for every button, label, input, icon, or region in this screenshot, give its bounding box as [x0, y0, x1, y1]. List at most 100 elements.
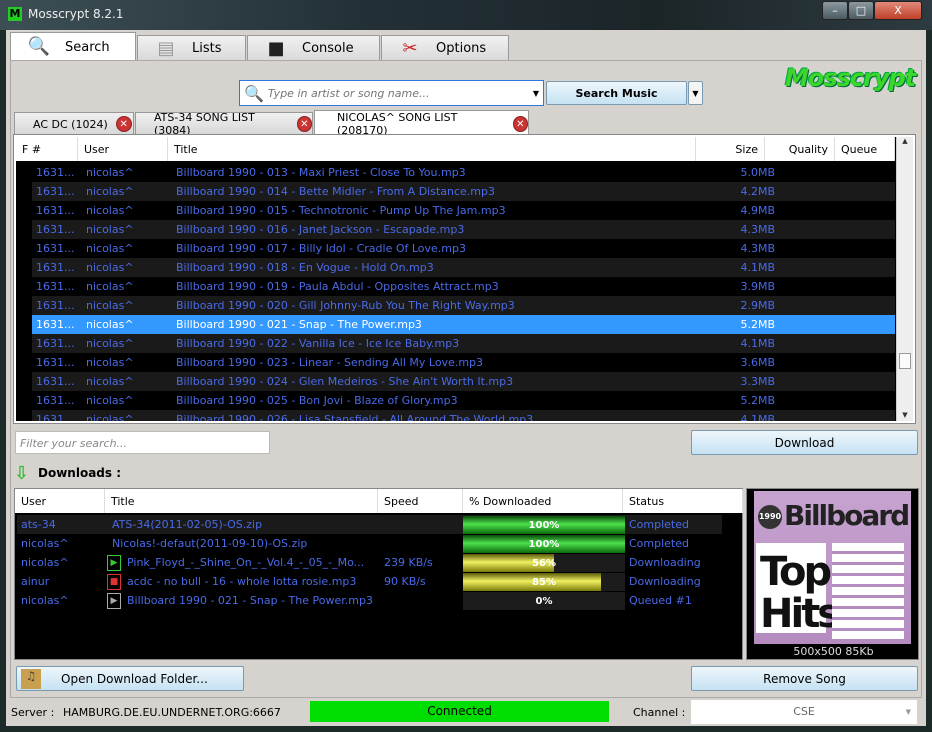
cell-user: nicolas^	[86, 356, 134, 369]
close-button[interactable]: X	[874, 1, 922, 20]
download-rows: ats-34 ATS-34(2011-02-05)-OS.zip 100% Compl…	[15, 513, 743, 653]
column-header-speed[interactable]: Speed	[378, 489, 463, 513]
open-download-folder-button[interactable]: ♫ Open Download Folder...	[16, 666, 244, 691]
image-info: 500x500 85Kb	[793, 645, 874, 658]
cell-title: Billboard 1990 - 016 - Janet Jackson - E…	[176, 223, 465, 236]
connection-status: Connected	[310, 701, 609, 722]
cell-title: Billboard 1990 - 021 - Snap - The Power.…	[127, 594, 373, 607]
cell-status: Completed	[629, 537, 689, 550]
search-music-button[interactable]: Search Music	[546, 81, 687, 105]
table-row[interactable]: 1631... nicolas^ Billboard 1990 - 023 - Li…	[32, 353, 895, 372]
cell-title: Billboard 1990 - 021 - Snap - The Power.…	[176, 318, 422, 331]
tab-search[interactable]: 🔍 Search	[10, 32, 136, 61]
cell-size: 4.1MB	[740, 337, 775, 350]
cell-title: ATS-34(2011-02-05)-OS.zip	[112, 518, 263, 531]
title-bar: M Mosscrypt 8.2.1 – □ X	[0, 0, 932, 30]
cell-size: 5.2MB	[740, 394, 775, 407]
table-row[interactable]: 1631... nicolas^ Billboard 1990 - 014 - Be…	[32, 182, 895, 201]
column-header-user[interactable]: User	[15, 489, 105, 513]
table-row[interactable]: 1631... nicolas^ Billboard 1990 - 015 - Te…	[32, 201, 895, 220]
search-field[interactable]	[267, 86, 518, 100]
queued-icon: ▶	[107, 593, 121, 609]
progress-label: 100%	[528, 539, 560, 550]
downloads-table: User Title Speed % Downloaded Status ats…	[14, 488, 743, 660]
download-row[interactable]: ats-34 ATS-34(2011-02-05)-OS.zip 100% Compl…	[17, 515, 722, 534]
table-row[interactable]: 1631... nicolas^ Billboard 1990 - 013 - Ma…	[32, 163, 895, 182]
close-icon[interactable]: ✕	[115, 116, 132, 132]
filter-input[interactable]: Filter your search...	[15, 431, 270, 454]
cell-user: nicolas^	[86, 337, 134, 350]
maximize-button[interactable]: □	[848, 1, 874, 20]
table-row[interactable]: 1631... nicolas^ Billboard 1990 - 017 - Bi…	[32, 239, 895, 258]
column-header-status[interactable]: Status	[623, 489, 743, 513]
column-header-user[interactable]: User	[78, 137, 168, 161]
cell-title: Billboard 1990 - 025 - Bon Jovi - Blaze …	[176, 394, 458, 407]
table-row[interactable]: 1631... nicolas^ Billboard 1990 - 018 - En…	[32, 258, 895, 277]
cell-size: 2.9MB	[740, 299, 775, 312]
column-header-size[interactable]: Size	[696, 137, 765, 161]
remove-song-button[interactable]: Remove Song	[691, 666, 918, 691]
table-row[interactable]: 1631... nicolas^ Billboard 1990 - 021 - Sn…	[32, 315, 895, 334]
minimize-button[interactable]: –	[822, 1, 848, 20]
subtab-label: NICOLAS^ SONG LIST (208170)	[337, 110, 458, 137]
window-title: Mosscrypt 8.2.1	[28, 7, 124, 21]
table-row[interactable]: 1631... nicolas^ Billboard 1990 - 022 - Va…	[32, 334, 895, 353]
cell-user: nicolas^	[86, 394, 134, 407]
server-label: Server :	[11, 706, 55, 719]
cell-user: nicolas^	[21, 556, 69, 569]
subtab-label: ATS-34 SONG LIST (3084)	[154, 111, 255, 137]
magnifier-icon: 🔍	[244, 83, 264, 103]
tab-lists[interactable]: ▤ Lists	[137, 35, 246, 61]
cell-speed: 239 KB/s	[384, 556, 433, 569]
cell-size: 3.6MB	[740, 356, 775, 369]
download-arrow-icon: ⇩	[14, 463, 30, 484]
cell-user: nicolas^	[86, 242, 134, 255]
magnifier-icon: 🔍	[27, 36, 51, 57]
cell-user: nicolas^	[86, 261, 134, 274]
search-options-dropdown[interactable]: ▼	[688, 81, 703, 105]
button-label: Open Download Folder...	[61, 671, 208, 686]
cell-file-number: 1631...	[36, 356, 75, 369]
search-input[interactable]: 🔍 ▼	[239, 80, 544, 106]
table-row[interactable]: 1631... nicolas^ Billboard 1990 - 016 - Ja…	[32, 220, 895, 239]
cell-title: Billboard 1990 - 018 - En Vogue - Hold O…	[176, 261, 434, 274]
scrollbar[interactable]: ▲ ▼	[896, 137, 913, 421]
column-header-fnum[interactable]: F #	[16, 137, 78, 161]
column-header-downloaded[interactable]: % Downloaded	[463, 489, 623, 513]
table-row[interactable]: 1631... nicolas^ Billboard 1990 - 025 - Bo…	[32, 391, 895, 410]
table-row[interactable]: 1631... nicolas^ Billboard 1990 - 024 - Gl…	[32, 372, 895, 391]
close-icon[interactable]: ✕	[296, 116, 312, 132]
tab-console[interactable]: ■ Console	[247, 35, 380, 61]
table-row[interactable]: 1631... nicolas^ Billboard 1990 - 020 - Gi…	[32, 296, 895, 315]
download-button[interactable]: Download	[691, 430, 918, 455]
app-icon: M	[8, 7, 22, 21]
download-row[interactable]: ainur ■ acdc - no bull - 16 - whole lotta …	[17, 572, 722, 591]
progress-bar: 56%	[463, 554, 625, 572]
column-header-queue[interactable]: Queue	[835, 137, 895, 161]
download-row[interactable]: nicolas^ ▶ Pink_Floyd_-_Shine_On_-_Vol.4_-…	[17, 553, 722, 572]
cell-title: Billboard 1990 - 014 - Bette Midler - Fr…	[176, 185, 495, 198]
song-list-table: F # User Title Size Quality Queue 1631..…	[13, 134, 916, 424]
cell-user: nicolas^	[86, 318, 134, 331]
close-icon[interactable]: ✕	[512, 115, 528, 132]
column-header-title[interactable]: Title	[168, 137, 696, 161]
dropdown-arrow-icon[interactable]: ▼	[533, 89, 539, 98]
cell-title: acdc - no bull - 16 - whole lotta rosie.…	[127, 575, 357, 588]
subtab-ats34[interactable]: ATS-34 SONG LIST (3084) ✕	[135, 111, 313, 137]
channel-select[interactable]: CSE ▼	[691, 700, 917, 724]
cell-user: nicolas^	[86, 223, 134, 236]
cell-user: nicolas^	[86, 280, 134, 293]
subtab-nicolas[interactable]: NICOLAS^ SONG LIST (208170) ✕	[314, 110, 529, 137]
cell-user: nicolas^	[86, 166, 134, 179]
download-row[interactable]: nicolas^ Nicolas!-defaut(2011-09-10)-OS.z…	[17, 534, 722, 553]
cell-user: nicolas^	[86, 413, 134, 421]
column-header-quality[interactable]: Quality	[765, 137, 835, 161]
download-row[interactable]: nicolas^ ▶ Billboard 1990 - 021 - Snap - T…	[17, 591, 722, 610]
subtab-acdc[interactable]: AC DC (1024) ✕	[14, 112, 134, 135]
channel-value: CSE	[793, 705, 815, 718]
table-row[interactable]: 1631... nicolas^ Billboard 1990 - 026 - Li…	[32, 410, 895, 421]
table-row[interactable]: 1631... nicolas^ Billboard 1990 - 019 - Pa…	[32, 277, 895, 296]
column-header-title[interactable]: Title	[105, 489, 378, 513]
cell-file-number: 1631...	[36, 413, 75, 421]
tab-options[interactable]: ✂ Options	[381, 35, 509, 61]
